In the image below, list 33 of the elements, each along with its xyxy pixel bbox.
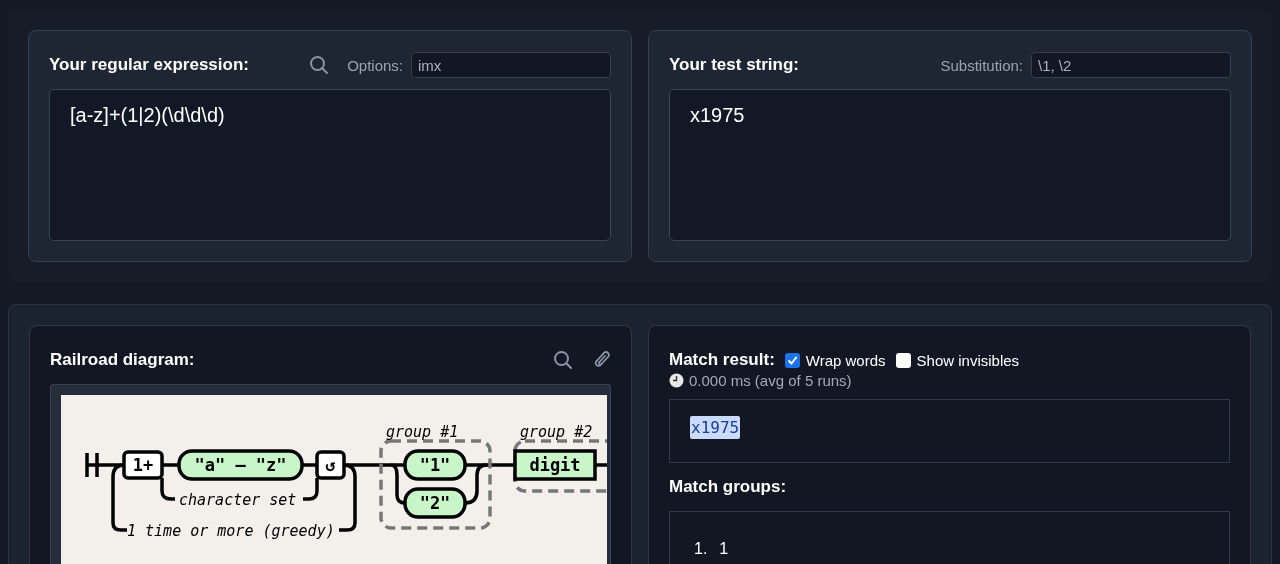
diagram-node: "a" – "z"	[177, 449, 304, 481]
panel-title: Your regular expression:	[49, 55, 249, 75]
substitution-label: Substitution:	[940, 56, 1023, 74]
paperclip-icon[interactable]	[593, 350, 611, 370]
section-title: Match groups:	[669, 477, 787, 497]
checkbox[interactable]	[895, 352, 911, 368]
checkbox-label[interactable]: Show invisibles	[916, 351, 1020, 369]
diagram-node: digit	[513, 449, 597, 481]
group-value: 1	[719, 540, 729, 558]
checkbox[interactable]	[784, 352, 800, 368]
group-number: 1.	[694, 540, 708, 558]
options-label: Options:	[347, 56, 403, 74]
timing-text: 0.000 ms (avg of 5 runs)	[689, 372, 852, 389]
panel-title: Match result:	[669, 350, 775, 370]
regex-field[interactable]: [a-z]+(1|2)(\d\d\d)	[49, 89, 611, 241]
panel-title: Your test string:	[669, 55, 800, 75]
diagram-node: "1"	[403, 449, 467, 481]
options-field[interactable]: imx	[411, 52, 611, 78]
test-string-field[interactable]: x1975	[669, 89, 1231, 241]
zoom-icon[interactable]	[553, 350, 573, 370]
clock-icon	[669, 373, 684, 388]
match-highlight: x1975	[690, 416, 741, 439]
diagram-node: "2"	[403, 487, 467, 519]
search-icon[interactable]	[309, 55, 330, 75]
diagram-caption: 1 time or more (greedy)	[127, 522, 335, 540]
diagram-caption: character set	[179, 491, 297, 509]
panel-title: Railroad diagram:	[50, 350, 195, 370]
checkbox-label[interactable]: Wrap words	[805, 351, 886, 369]
diagram-node: ↺	[315, 450, 346, 480]
substitution-field[interactable]: \1, \2	[1031, 52, 1231, 78]
diagram-caption: group #2	[520, 423, 593, 441]
diagram-caption: group #1	[386, 423, 459, 441]
diagram-node: 1+	[122, 450, 164, 480]
